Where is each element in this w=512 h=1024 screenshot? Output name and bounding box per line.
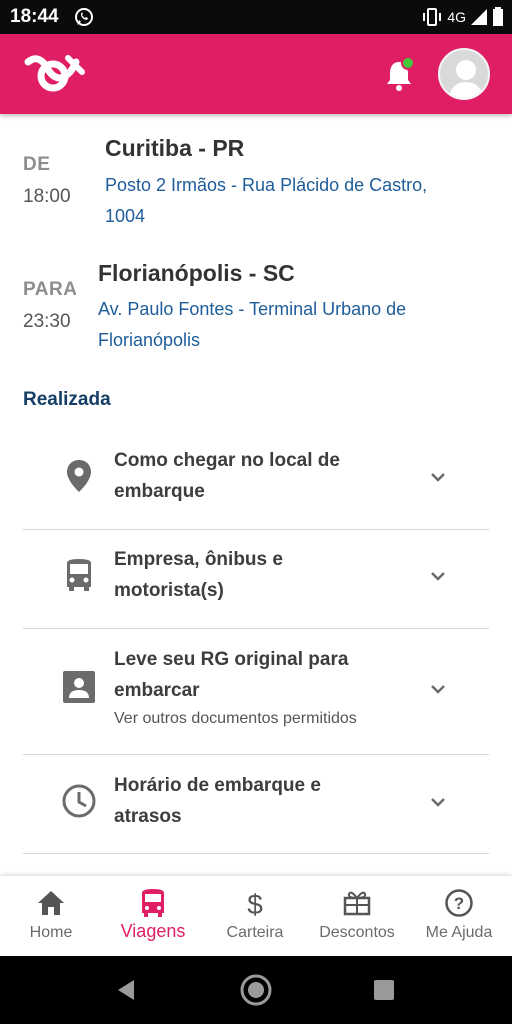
android-navigation-bar	[0, 956, 512, 1024]
id-card-icon	[63, 671, 95, 703]
section-title-line1: Leve seu RG original para	[114, 649, 349, 670]
section-title: Como chegar no local de embarque	[114, 445, 414, 507]
nav-carteira[interactable]: $ Carteira	[204, 876, 306, 956]
chevron-down-icon[interactable]	[427, 678, 449, 700]
nav-home[interactable]: Home	[0, 876, 102, 956]
chevron-down-icon[interactable]	[427, 791, 449, 813]
recents-button-icon[interactable]	[373, 979, 395, 1001]
app-bar	[0, 34, 512, 114]
svg-text:$: $	[247, 889, 263, 918]
destination-address[interactable]: Av. Paulo Fontes - Terminal Urbano de Fl…	[98, 294, 406, 356]
destination-label: PARA	[23, 279, 78, 300]
section-title: Empresa, ônibus e motorista(s)	[114, 544, 414, 606]
nav-viagens[interactable]: Viagens	[102, 876, 204, 956]
destination-address-line1: Av. Paulo Fontes - Terminal Urbano de	[98, 299, 407, 319]
status-time: 18:44	[10, 6, 59, 27]
nav-me-ajuda[interactable]: ? Me Ajuda	[408, 876, 510, 956]
origin-time: 18:00	[23, 186, 71, 207]
vibrate-icon	[423, 8, 442, 26]
origin-address[interactable]: Posto 2 Irmãos - Rua Plácido de Castro, …	[105, 170, 427, 232]
section-title-line1: Como chegar no local de	[114, 450, 340, 471]
bus-icon	[142, 889, 164, 917]
svg-text:?: ?	[454, 894, 464, 913]
notification-dot	[401, 56, 415, 70]
section-company-bus-driver[interactable]: Empresa, ônibus e motorista(s)	[23, 530, 489, 629]
origin-label: DE	[23, 154, 51, 175]
clock-icon	[62, 784, 96, 818]
nav-label: Home	[29, 924, 73, 941]
destination-city: Florianópolis - SC	[98, 260, 295, 286]
section-title-line1: Horário de embarque e	[114, 775, 321, 796]
buser-logo-icon[interactable]	[24, 52, 88, 96]
back-button-icon[interactable]	[114, 978, 138, 1002]
nav-label: Descontos	[319, 924, 395, 941]
section-subtitle[interactable]: Ver outros documentos permitidos	[114, 710, 357, 728]
section-title-line1: Empresa, ônibus e	[114, 549, 283, 570]
home-button-icon[interactable]	[239, 973, 273, 1007]
origin-address-line1: Posto 2 Irmãos - Rua Plácido de Castro,	[105, 175, 428, 195]
whatsapp-icon	[75, 8, 93, 26]
section-title-line2: embarque	[114, 481, 205, 502]
section-how-to-get[interactable]: Como chegar no local de embarque	[23, 432, 489, 530]
avatar[interactable]	[438, 48, 490, 100]
section-title-line2: atrasos	[114, 806, 182, 827]
user-avatar-icon	[448, 60, 484, 98]
status-icons: 4G	[421, 7, 504, 27]
network-type: 4G	[447, 9, 466, 25]
nav-descontos[interactable]: Descontos	[306, 876, 408, 956]
section-title-line2: embarcar	[114, 680, 200, 701]
bus-icon	[67, 559, 91, 591]
dollar-icon: $	[247, 889, 263, 918]
bottom-navigation: Home Viagens $ Carteira Descontos ? Me A…	[0, 876, 512, 956]
home-icon	[38, 891, 64, 915]
section-title: Leve seu RG original para embarcar	[114, 644, 414, 706]
section-title: Horário de embarque e atrasos	[114, 770, 414, 832]
nav-label: Carteira	[226, 924, 284, 941]
destination-time: 23:30	[23, 311, 71, 332]
section-title-line2: motorista(s)	[114, 580, 224, 601]
trip-status: Realizada	[23, 389, 111, 410]
destination-address-line2: Florianópolis	[98, 330, 201, 350]
nav-label: Viagens	[120, 921, 186, 941]
origin-address-line2: 1004	[105, 206, 146, 226]
section-documents[interactable]: Leve seu RG original para embarcar Ver o…	[23, 629, 489, 755]
chevron-down-icon[interactable]	[427, 466, 449, 488]
origin-city: Curitiba - PR	[105, 135, 245, 161]
chevron-down-icon[interactable]	[427, 565, 449, 587]
battery-icon	[493, 7, 503, 26]
map-pin-icon	[67, 460, 91, 492]
gift-icon	[343, 891, 371, 916]
signal-icon	[471, 9, 487, 25]
nav-label: Me Ajuda	[425, 924, 493, 941]
help-icon: ?	[445, 889, 473, 917]
section-boarding-time[interactable]: Horário de embarque e atrasos	[23, 755, 489, 854]
status-bar: 18:44 4G	[0, 0, 512, 34]
